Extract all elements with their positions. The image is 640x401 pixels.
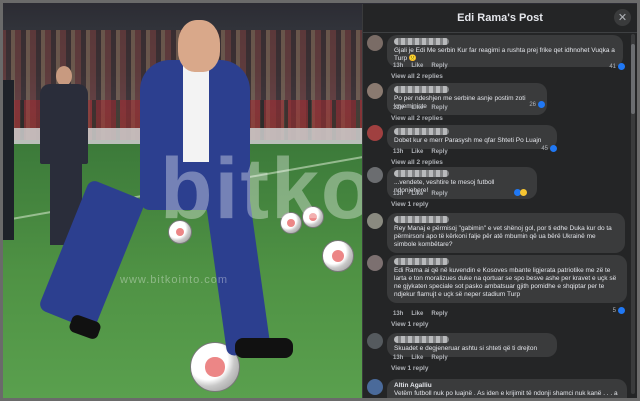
view-replies-link[interactable]: View all 2 replies: [391, 159, 443, 166]
comment-time: 13h: [393, 191, 404, 197]
avatar[interactable]: [367, 83, 383, 99]
commenter-name-blurred[interactable]: [394, 86, 449, 93]
watermark-logo: bitko: [160, 141, 376, 237]
reply-button[interactable]: Reply: [431, 149, 447, 155]
comment-list: Gjali je Edi Me serbin Kur far reagimi a…: [363, 33, 629, 401]
commenter-name-blurred[interactable]: [394, 170, 449, 177]
comment-time: 13h: [393, 311, 404, 317]
reaction-count[interactable]: 26: [529, 101, 545, 108]
like-button[interactable]: Like: [411, 311, 423, 317]
comment-actions: 13h Like Reply: [393, 191, 448, 197]
comment-time: 13h: [393, 105, 404, 111]
commenter-name-blurred[interactable]: [394, 336, 449, 343]
comment-time: 13h: [393, 355, 404, 361]
like-button[interactable]: Like: [411, 355, 423, 361]
comment-actions: 13h Like Reply: [393, 149, 448, 155]
comment-bubble: Edi Rama ai që në kuvendin e Kosoves mba…: [387, 255, 627, 303]
reaction-count[interactable]: 45: [541, 145, 557, 152]
comment-text: Skuadet e degjeneruar ashtu si shteti që…: [394, 345, 538, 352]
like-button[interactable]: Like: [411, 149, 423, 155]
comment-time: 13h: [393, 149, 404, 155]
like-icon: [538, 101, 545, 108]
comment-actions: 13h Like Reply: [393, 105, 448, 111]
bystander-body: [40, 84, 88, 164]
like-button[interactable]: Like: [411, 191, 423, 197]
reply-button[interactable]: Reply: [431, 105, 447, 111]
reaction-count[interactable]: 5: [613, 307, 625, 314]
comments-panel: Edi Rama's Post ✕ Gjali je Edi Me serbin…: [362, 4, 637, 401]
bystander-left: [0, 80, 14, 240]
reply-button[interactable]: Reply: [431, 311, 447, 317]
commenter-name-blurred[interactable]: [394, 38, 449, 45]
comment-text: Edi Rama ai që në kuvendin e Kosoves mba…: [394, 267, 617, 298]
like-icon: [618, 63, 625, 70]
commenter-name-blurred[interactable]: [394, 216, 449, 223]
avatar[interactable]: [367, 333, 383, 349]
football: [322, 240, 354, 272]
comment-actions: 13h Like Reply: [393, 311, 448, 317]
view-replies-link[interactable]: View all 2 replies: [391, 115, 443, 122]
comment-bubble: Dobet kur e merr Parasysh me qfar Shteti…: [387, 125, 557, 149]
reply-button[interactable]: Reply: [431, 355, 447, 361]
comment-text: Rey Manaj e përmisoj "gabimin" e vet shë…: [394, 225, 612, 248]
view-replies-link[interactable]: View all 2 replies: [391, 73, 443, 80]
comment-time: 13h: [393, 63, 404, 69]
haha-icon: [520, 189, 527, 196]
reaction-count[interactable]: [514, 189, 527, 196]
view-replies-link[interactable]: View 1 reply: [391, 365, 428, 372]
panel-header: Edi Rama's Post ✕: [363, 4, 637, 33]
avatar[interactable]: [367, 167, 383, 183]
like-button[interactable]: Like: [411, 105, 423, 111]
player-shoe-right: [235, 338, 293, 358]
reply-button[interactable]: Reply: [431, 63, 447, 69]
reply-button[interactable]: Reply: [431, 191, 447, 197]
close-icon[interactable]: ✕: [614, 9, 631, 26]
like-icon: [618, 307, 625, 314]
comment-bubble: Rey Manaj e përmisoj "gabimin" e vet shë…: [387, 213, 625, 253]
comment-bubble: Altin Agalliu Vetëm futboll nuk po luajn…: [387, 379, 627, 401]
commenter-name-blurred[interactable]: [394, 258, 449, 265]
reaction-count[interactable]: 41: [609, 63, 625, 70]
panel-title: Edi Rama's Post: [457, 12, 543, 24]
view-replies-link[interactable]: View 1 reply: [391, 201, 428, 208]
avatar[interactable]: [367, 125, 383, 141]
commenter-name-blurred[interactable]: [394, 128, 449, 135]
comment-text: Dobet kur e merr Parasysh me qfar Shteti…: [394, 137, 542, 144]
avatar[interactable]: [367, 255, 383, 271]
bystander-head: [56, 66, 72, 86]
like-button[interactable]: Like: [411, 63, 423, 69]
view-replies-link[interactable]: View 1 reply: [391, 321, 428, 328]
comment-actions: 13h Like Reply: [393, 355, 448, 361]
commenter-name[interactable]: Altin Agalliu: [394, 382, 620, 389]
scrollbar-thumb[interactable]: [631, 44, 635, 114]
watermark-url: www.bitkointo.com: [120, 274, 229, 286]
comment-text: Gjali je Edi Me serbin Kur far reagimi a…: [394, 47, 615, 62]
player-head: [178, 20, 220, 72]
avatar[interactable]: [367, 213, 383, 229]
avatar[interactable]: [367, 379, 383, 395]
comment-bubble: Skuadet e degjeneruar ashtu si shteti që…: [387, 333, 557, 357]
comment-actions: 13h Like Reply: [393, 63, 448, 69]
like-icon: [550, 145, 557, 152]
avatar[interactable]: [367, 35, 383, 51]
comment-text: Vetëm futboll nuk po luajnë . As iden e …: [394, 390, 618, 401]
